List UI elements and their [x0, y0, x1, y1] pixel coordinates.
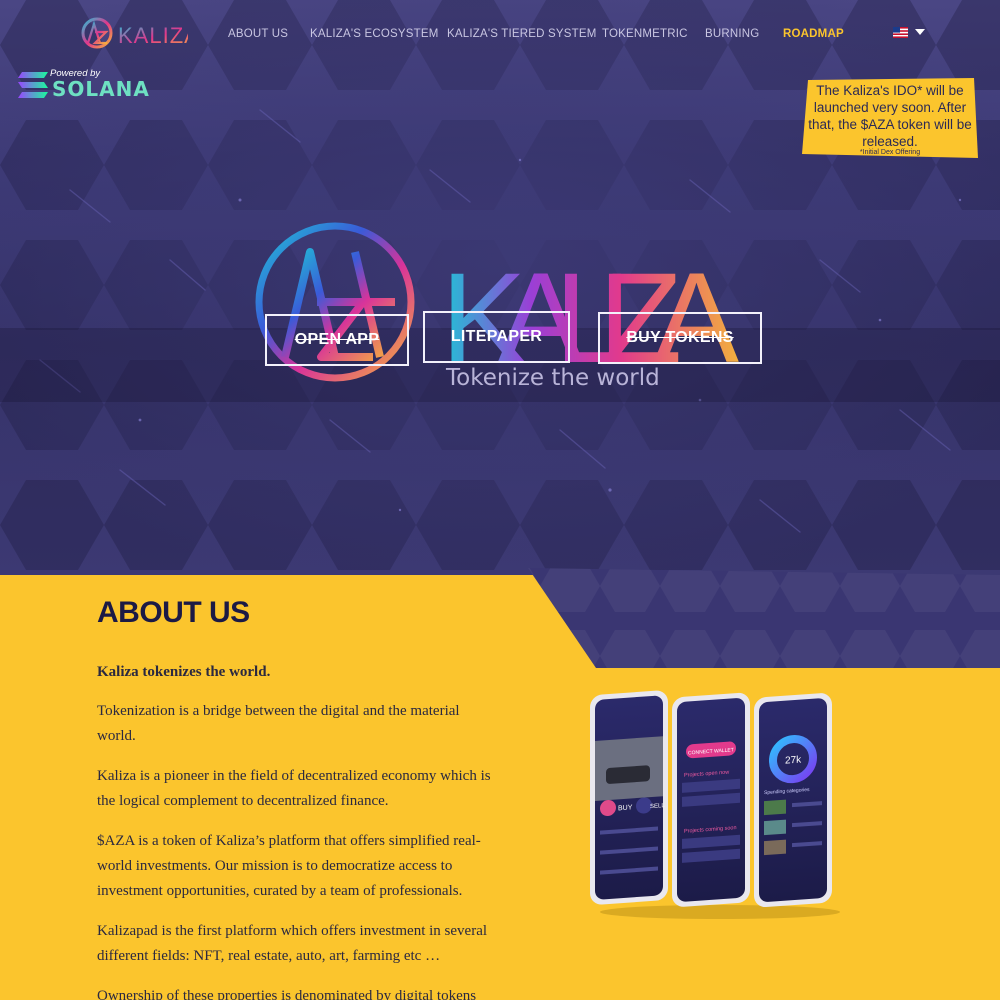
buy-tokens-button[interactable]: BUY TOKENS — [598, 312, 762, 364]
about-paragraph: Kalizapad is the first platform which of… — [97, 923, 488, 964]
about-paragraph: Kaliza is a pioneer in the field of dece… — [97, 768, 491, 809]
ido-announcement-note: The Kaliza's IDO* will be launched very … — [802, 78, 978, 158]
about-us-title: ABOUT US — [97, 596, 250, 629]
app-phones-mockup: BUY SELL CONNECT WALLET Projects open no… — [590, 690, 840, 919]
about-paragraph: Ownership of these properties is denomin… — [97, 988, 477, 1000]
us-flag-icon — [893, 27, 908, 38]
svg-text:BUY: BUY — [618, 804, 633, 812]
ido-text: The Kaliza's IDO* will be launched very … — [808, 83, 972, 149]
top-nav: KALIZA ABOUT US KALIZA'S ECOSYSTEM KALIZ… — [0, 16, 1000, 56]
svg-text:SELL: SELL — [650, 803, 665, 810]
open-app-button[interactable]: OPEN APP — [265, 314, 409, 366]
ido-footnote: *Initial Dex Offering — [859, 149, 921, 156]
about-us-body: Kaliza tokenizes the world. Tokenization… — [97, 660, 492, 1000]
nav-link-about-us[interactable]: ABOUT US — [228, 28, 288, 40]
solana-icon — [18, 72, 48, 98]
nav-link-ecosystem[interactable]: KALIZA'S ECOSYSTEM — [310, 28, 439, 40]
buy-tokens-label: BUY TOKENS — [626, 329, 734, 346]
litepaper-button[interactable]: LITEPAPER — [423, 311, 570, 363]
hero-tagline: Tokenize the world — [446, 365, 660, 391]
svg-text:KALIZA: KALIZA — [118, 23, 188, 48]
kaliza-logo[interactable]: KALIZA — [80, 16, 188, 52]
nav-link-tiered-system[interactable]: KALIZA'S TIERED SYSTEM — [447, 28, 597, 40]
svg-text:27k: 27k — [785, 754, 802, 766]
about-lead: Kaliza tokenizes the world. — [97, 664, 271, 680]
nav-link-tokenmetric[interactable]: TOKENMETRIC — [602, 28, 688, 40]
litepaper-label: LITEPAPER — [450, 328, 543, 345]
open-app-label: OPEN APP — [294, 331, 380, 348]
powered-by-solana-badge: Powered by SOLANA — [16, 68, 162, 101]
chevron-down-icon — [915, 29, 925, 35]
about-paragraph: $AZA is a token of Kaliza’s platform tha… — [97, 833, 481, 899]
about-paragraph: Tokenization is a bridge between the dig… — [97, 703, 460, 744]
nav-link-roadmap[interactable]: ROADMAP — [783, 28, 844, 40]
nav-link-burning[interactable]: BURNING — [705, 28, 759, 40]
solana-wordmark: SOLANA — [52, 77, 150, 101]
language-selector[interactable] — [893, 26, 927, 40]
